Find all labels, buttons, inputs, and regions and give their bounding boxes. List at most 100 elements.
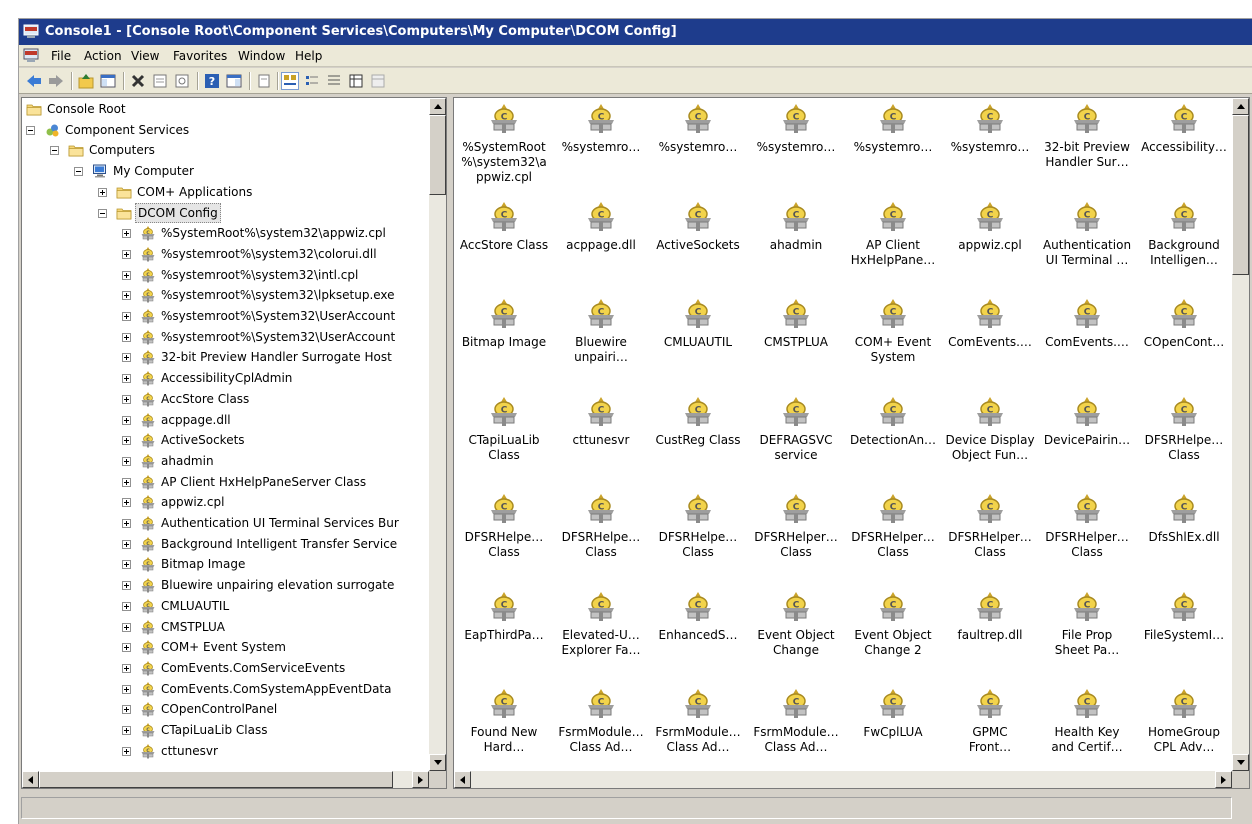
expand-toggle[interactable] — [122, 353, 131, 362]
dcom-app-item[interactable]: C %systemro… — [748, 102, 844, 186]
dcom-app-item[interactable]: C File Prop Sheet Pa… — [1039, 590, 1135, 674]
refresh-icon[interactable] — [173, 72, 191, 90]
expand-toggle[interactable] — [122, 436, 131, 445]
expand-toggle[interactable] — [122, 457, 131, 466]
dcom-app-item[interactable]: C DFSRHelpe… Class — [553, 492, 649, 576]
dcom-app-item[interactable]: C DetectionAn… — [845, 395, 941, 479]
tree-node[interactable]: C ActiveSockets — [22, 430, 430, 450]
menu-favorites[interactable]: Favorites — [171, 48, 229, 64]
expand-toggle[interactable] — [122, 581, 131, 590]
title-bar[interactable]: Console1 - [Console Root\Component Servi… — [19, 19, 1252, 45]
expand-toggle[interactable] — [122, 498, 131, 507]
dcom-app-item[interactable]: C GPMC Front… — [942, 687, 1038, 771]
dcom-app-item[interactable]: C DFSRHelper… Class — [942, 492, 1038, 576]
expand-toggle[interactable] — [122, 705, 131, 714]
tree-node[interactable]: C CMSTPLUA — [22, 617, 430, 637]
dcom-app-item[interactable]: C DEFRAGSVC service — [748, 395, 844, 479]
expand-toggle[interactable] — [122, 560, 131, 569]
expand-toggle[interactable] — [122, 685, 131, 694]
dcom-app-item[interactable]: C FileSystemI… — [1136, 590, 1232, 674]
collapse-toggle[interactable] — [74, 167, 83, 176]
dcom-app-item[interactable]: C CustReg Class — [650, 395, 746, 479]
menu-help[interactable]: Help — [293, 48, 324, 64]
tree-node[interactable]: Computers — [22, 140, 430, 160]
expand-toggle[interactable] — [122, 519, 131, 528]
tree-node[interactable]: C %systemroot%\System32\UserAccount — [22, 327, 430, 347]
scroll-up-button[interactable] — [1232, 98, 1249, 115]
scroll-right-button[interactable] — [1215, 771, 1232, 788]
tree-node[interactable]: C COpenControlPanel — [22, 699, 430, 719]
scroll-thumb[interactable] — [1232, 115, 1249, 275]
list-view-icon[interactable] — [325, 72, 343, 90]
tree-node[interactable]: Ccttunesvr — [22, 741, 430, 761]
dcom-app-item[interactable]: C Health Key and Certif… — [1039, 687, 1135, 771]
expand-toggle[interactable] — [98, 188, 107, 197]
tree-node[interactable]: C Background Intelligent Transfer Service — [22, 534, 430, 554]
dcom-app-item[interactable]: C DFSRHelpe… Class — [650, 492, 746, 576]
tree-node[interactable]: COM+ Applications — [22, 182, 430, 202]
expand-toggle[interactable] — [122, 250, 131, 259]
tree-node[interactable]: Component Services — [22, 120, 430, 140]
tree-node[interactable]: Console Root — [22, 99, 430, 119]
dcom-app-item[interactable]: Cfaultrep.dll — [942, 590, 1038, 674]
expand-toggle[interactable] — [122, 229, 131, 238]
expand-toggle[interactable] — [122, 623, 131, 632]
tree-node[interactable]: C COM+ Event System — [22, 637, 430, 657]
tree-node[interactable]: C Bluewire unpairing elevation surrogate — [22, 575, 430, 595]
dcom-app-item[interactable]: C Elevated-U… Explorer Fa… — [553, 590, 649, 674]
pane-vertical-scrollbar[interactable] — [1232, 98, 1249, 771]
dcom-app-item[interactable]: C DFSRHelpe… Class — [1136, 395, 1232, 479]
dcom-app-item[interactable]: C Device Display Object Fun… — [942, 395, 1038, 479]
dcom-app-item[interactable]: C DevicePairin… — [1039, 395, 1135, 479]
dcom-app-item[interactable]: C %systemro… — [553, 102, 649, 186]
dcom-app-item[interactable]: C Accessibility… — [1136, 102, 1232, 186]
scroll-thumb[interactable] — [429, 115, 446, 195]
back-icon[interactable] — [25, 72, 43, 90]
tree-node[interactable]: C %systemroot%\system32\lpksetup.exe — [22, 285, 430, 305]
scroll-left-button[interactable] — [22, 771, 39, 788]
properties-icon[interactable] — [151, 72, 169, 90]
dcom-app-item[interactable]: C EnhancedS… — [650, 590, 746, 674]
scroll-down-button[interactable] — [429, 754, 446, 771]
tree-node[interactable]: C CTapiLuaLib Class — [22, 720, 430, 740]
tree-node[interactable]: C CMLUAUTIL — [22, 596, 430, 616]
expand-toggle[interactable] — [122, 333, 131, 342]
console-menu-icon[interactable] — [23, 48, 39, 63]
menu-action[interactable]: Action — [82, 48, 124, 64]
expand-toggle[interactable] — [122, 416, 131, 425]
dcom-app-item[interactable]: C Authentication UI Terminal … — [1039, 200, 1135, 284]
expand-toggle[interactable] — [122, 271, 131, 280]
dcom-app-item[interactable]: C Bitmap Image — [456, 297, 552, 381]
expand-toggle[interactable] — [122, 643, 131, 652]
scroll-up-button[interactable] — [429, 98, 446, 115]
dcom-app-item[interactable]: C Found New Hard… — [456, 687, 552, 771]
configure-icon[interactable] — [369, 72, 387, 90]
expand-toggle[interactable] — [122, 478, 131, 487]
help-icon[interactable]: ? — [203, 72, 221, 90]
tree-node[interactable]: C ComEvents.ComSystemAppEventData — [22, 679, 430, 699]
tree-node[interactable]: Cahadmin — [22, 451, 430, 471]
dcom-app-item[interactable]: C %systemro… — [845, 102, 941, 186]
dcom-app-item[interactable]: C HomeGroup CPL Adv… — [1136, 687, 1232, 771]
dcom-app-item[interactable]: Cahadmin — [748, 200, 844, 284]
expand-toggle[interactable] — [122, 726, 131, 735]
scroll-left-button[interactable] — [454, 771, 471, 788]
tree-vertical-scrollbar[interactable] — [429, 98, 446, 771]
dcom-app-item[interactable]: C DFSRHelper… Class — [748, 492, 844, 576]
dcom-app-item[interactable]: C ComEvents.… — [942, 297, 1038, 381]
dcom-app-item[interactable]: C 32-bit Preview Handler Sur… — [1039, 102, 1135, 186]
dcom-app-item[interactable]: C ComEvents.… — [1039, 297, 1135, 381]
expand-toggle[interactable] — [122, 747, 131, 756]
expand-toggle[interactable] — [122, 664, 131, 673]
dcom-app-item[interactable]: C COpenCont… — [1136, 297, 1232, 381]
dcom-app-item[interactable]: C FwCplLUA — [845, 687, 941, 771]
forward-icon[interactable] — [47, 72, 65, 90]
collapse-toggle[interactable] — [50, 146, 59, 155]
menu-file[interactable]: File — [49, 48, 73, 64]
dcom-app-item[interactable]: C COM+ Event System — [845, 297, 941, 381]
scroll-down-button[interactable] — [1232, 754, 1249, 771]
dcom-app-item[interactable]: C EapThirdPa… — [456, 590, 552, 674]
expand-toggle[interactable] — [122, 291, 131, 300]
dcom-app-item[interactable]: C CMSTPLUA — [748, 297, 844, 381]
tree-node[interactable]: C %systemroot%\system32\intl.cpl — [22, 265, 430, 285]
